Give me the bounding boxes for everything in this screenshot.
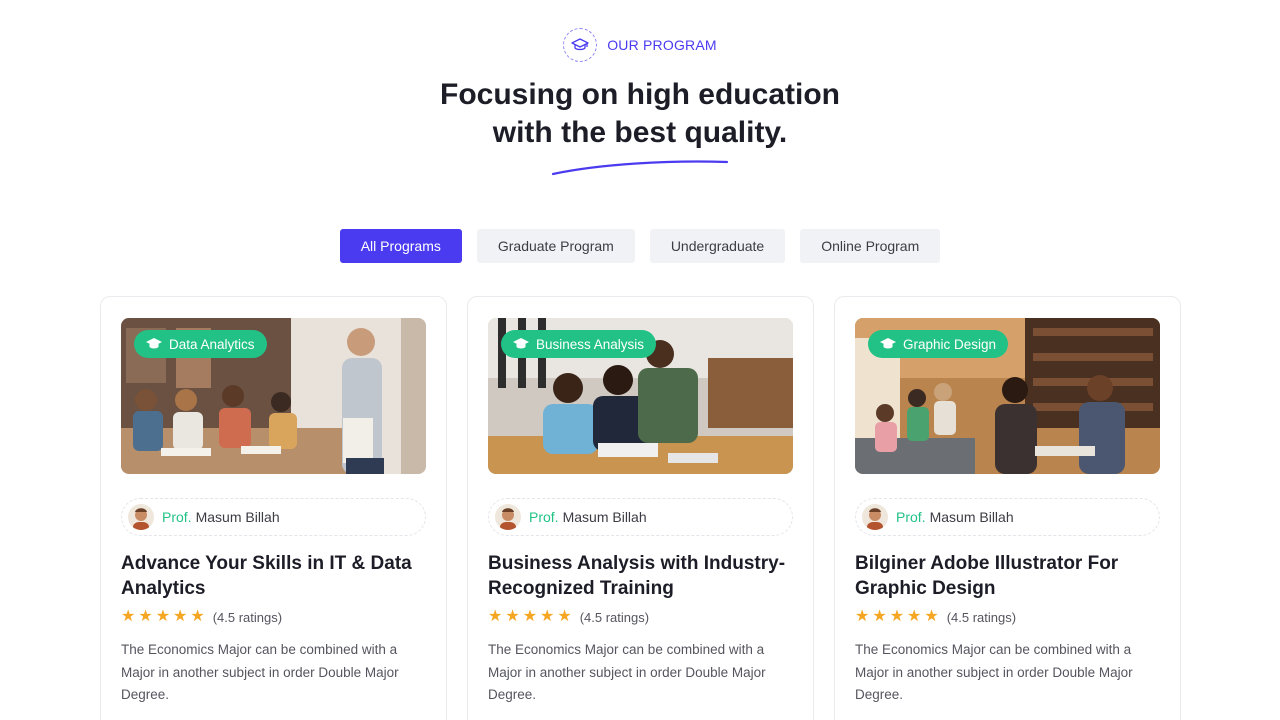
star-icon: ★ [907, 608, 922, 625]
star-icon: ★ [505, 608, 520, 625]
star-icon: ★ [872, 608, 887, 625]
star-icon: ★ [522, 608, 538, 625]
rating-text: (4.5 ratings) [212, 609, 283, 625]
star-icon: ★ [488, 608, 503, 625]
instructor-name[interactable]: Masum Billah [196, 509, 280, 525]
star-icon: ★ [855, 608, 870, 625]
course-title[interactable]: Advance Your Skills in IT & Data Analyti… [121, 551, 426, 601]
prof-prefix: Prof. [896, 509, 926, 525]
tab-online-program[interactable]: Online Program [800, 229, 941, 263]
rating: ★ ★ ★ ★ ★ (4.5 ratings) [488, 609, 793, 625]
category-badge: Graphic Design [868, 330, 1009, 358]
eyebrow-label: OUR PROGRAM [607, 37, 717, 53]
rating-text: (4.5 ratings) [579, 609, 650, 625]
course-card[interactable]: Data Analytics Prof. Masum Billah Advanc… [100, 296, 447, 720]
program-tabs: All Programs Graduate Program Undergradu… [0, 229, 1280, 263]
tab-graduate-program[interactable]: Graduate Program [476, 229, 635, 263]
instructor-row[interactable]: Prof. Masum Billah [121, 498, 426, 536]
course-cards: Data Analytics Prof. Masum Billah Advanc… [100, 296, 1181, 720]
instructor-name[interactable]: Masum Billah [930, 509, 1014, 525]
course-image[interactable]: Business Analysis [488, 318, 793, 474]
course-title[interactable]: Business Analysis with Industry-Recogniz… [488, 551, 793, 601]
heading-line-1: Focusing on high education [440, 78, 840, 111]
course-image[interactable]: Graphic Design [855, 318, 1160, 474]
course-image[interactable]: Data Analytics [121, 318, 426, 474]
graduation-cap-icon [563, 28, 598, 62]
course-description: The Economics Major can be combined with… [855, 642, 1133, 702]
prof-prefix: Prof. [529, 509, 559, 525]
heading-line-2: with the best quality. [492, 116, 788, 149]
category-label: Data Analytics [169, 336, 255, 352]
tab-undergraduate[interactable]: Undergraduate [649, 229, 786, 263]
section-heading: Focusing on high education with the best… [0, 76, 1280, 152]
star-icon: ★ [924, 608, 939, 625]
instructor-row[interactable]: Prof. Masum Billah [488, 498, 793, 536]
course-card[interactable]: Business Analysis Prof. Masum Billah Bus… [467, 296, 814, 720]
star-icon: ★ [190, 608, 205, 625]
instructor-name[interactable]: Masum Billah [563, 509, 647, 525]
course-title[interactable]: Bilginer Adobe Illustrator For Graphic D… [855, 551, 1160, 601]
category-badge: Business Analysis [501, 330, 657, 358]
instructor-row[interactable]: Prof. Masum Billah [855, 498, 1160, 536]
avatar [862, 504, 888, 530]
star-icon: ★ [138, 608, 153, 625]
graduation-cap-icon [880, 338, 896, 349]
heading-underline [551, 160, 729, 176]
course-description: The Economics Major can be combined with… [121, 642, 399, 702]
star-icon: ★ [155, 608, 171, 625]
star-icon: ★ [173, 608, 188, 625]
avatar [128, 504, 154, 530]
star-icon: ★ [889, 608, 905, 625]
star-icon: ★ [557, 608, 572, 625]
rating: ★ ★ ★ ★ ★ (4.5 ratings) [121, 609, 426, 625]
avatar [495, 504, 521, 530]
star-icon: ★ [121, 608, 136, 625]
graduation-cap-icon [513, 338, 529, 349]
course-card[interactable]: Graphic Design Prof. Masum Billah Bilgin… [834, 296, 1181, 720]
prof-prefix: Prof. [162, 509, 192, 525]
rating-text: (4.5 ratings) [946, 609, 1017, 625]
tab-all-programs[interactable]: All Programs [339, 229, 462, 263]
star-icon: ★ [540, 608, 555, 625]
category-label: Graphic Design [903, 336, 997, 352]
rating: ★ ★ ★ ★ ★ (4.5 ratings) [855, 609, 1160, 625]
course-description: The Economics Major can be combined with… [488, 642, 766, 702]
section-eyebrow: OUR PROGRAM [0, 28, 1280, 62]
category-badge: Data Analytics [134, 330, 267, 358]
category-label: Business Analysis [536, 336, 645, 352]
graduation-cap-icon [146, 338, 162, 349]
